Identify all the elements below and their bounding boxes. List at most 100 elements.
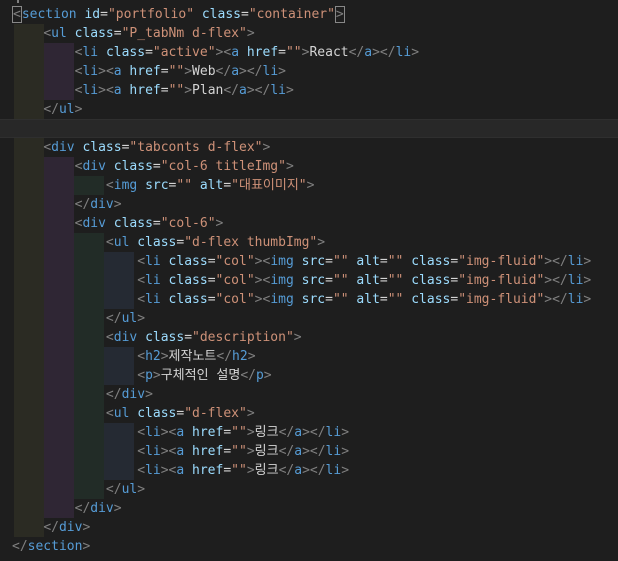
text-content: 링크 xyxy=(254,463,279,478)
code-line[interactable]: <img src="" alt="대표이미지"> xyxy=(0,176,618,195)
text-content: React xyxy=(309,45,349,60)
text-content: 링크 xyxy=(254,425,279,440)
code-line[interactable]: <li class="col"><img src="" alt="" class… xyxy=(0,290,618,309)
code-line[interactable]: </ul> xyxy=(0,100,618,119)
code-text: <li><a href="">링크</a></li> xyxy=(12,442,349,461)
code-line[interactable]: <div class="description"> xyxy=(0,328,618,347)
code-line[interactable]: <li><a href="">링크</a></li> xyxy=(0,423,618,442)
code-line[interactable]: </div> xyxy=(0,385,618,404)
code-line[interactable]: <h2>제작노트</h2> xyxy=(0,347,618,366)
attribute-name: src xyxy=(301,254,326,269)
attribute-name: class xyxy=(168,273,208,288)
tag-name: li xyxy=(82,45,99,60)
code-line[interactable]: <div class="col-6"> xyxy=(0,214,618,233)
code-line[interactable]: </div> xyxy=(0,195,618,214)
tag-bracket: > xyxy=(246,26,255,41)
tag-bracket: > xyxy=(82,539,91,554)
attribute-value: "portfolio" xyxy=(107,7,195,22)
indent-guides xyxy=(0,100,618,119)
code-line[interactable]: </ul> xyxy=(0,480,618,499)
code-text: <img src="" alt="대표이미지"> xyxy=(12,176,315,195)
attribute-name: href xyxy=(192,463,224,478)
code-editor[interactable]: <section id="portfolio" class="container… xyxy=(0,0,618,561)
attribute-value: "" xyxy=(332,273,349,288)
tag-name: a xyxy=(231,45,240,60)
tag-name: li xyxy=(325,425,342,440)
code-line[interactable]: </section> xyxy=(0,537,618,556)
code-line[interactable]: </div> xyxy=(0,499,618,518)
code-text: <li class="col"><img src="" alt="" class… xyxy=(12,252,591,271)
tag-name: li xyxy=(82,83,99,98)
code-text: <p>구체적인 설명</p> xyxy=(12,366,271,385)
code-line[interactable]: </div> xyxy=(0,518,618,537)
equals-sign: = xyxy=(379,254,388,269)
code-text: <li><a href="">링크</a></li> xyxy=(12,461,349,480)
tag-bracket: > xyxy=(302,463,310,478)
attribute-value: "img-fluid" xyxy=(458,273,545,288)
tag-bracket: < xyxy=(43,26,52,41)
code-line[interactable]: <ul class="P_tabNm d-flex"> xyxy=(0,24,618,43)
tag-bracket: > xyxy=(184,64,193,79)
tag-name: li xyxy=(145,463,161,478)
tag-bracket: < xyxy=(137,444,146,459)
tag-bracket: > xyxy=(160,349,169,364)
tag-name: h2 xyxy=(145,349,161,364)
tag-bracket: </ xyxy=(552,254,568,269)
tag-bracket: > xyxy=(246,444,255,459)
attribute-name: class xyxy=(74,26,114,41)
attribute-value: "d-flex thumbImg" xyxy=(184,235,318,250)
attribute-name: href xyxy=(129,83,161,98)
tag-bracket: > xyxy=(583,273,592,288)
tag-bracket: </ xyxy=(43,520,59,535)
tag-bracket: </ xyxy=(278,425,295,440)
tag-bracket: </ xyxy=(309,463,326,478)
equals-sign: = xyxy=(450,273,459,288)
code-line[interactable]: <div class="tabconts d-flex"> xyxy=(0,138,618,157)
tag-bracket: </ xyxy=(105,482,122,497)
code-line[interactable]: </ul> xyxy=(0,309,618,328)
attribute-value: "col-6 titleImg" xyxy=(160,159,286,174)
equals-sign: = xyxy=(325,292,333,307)
code-line[interactable]: <li><a href="">링크</a></li> xyxy=(0,461,618,480)
code-line[interactable] xyxy=(0,119,618,138)
tag-name: div xyxy=(58,520,83,535)
equals-sign: = xyxy=(113,26,122,41)
tag-bracket: > xyxy=(215,216,224,231)
tag-bracket: < xyxy=(105,64,114,79)
attribute-value: "" xyxy=(387,292,404,307)
tag-bracket: > xyxy=(160,425,169,440)
code-line[interactable]: <ul class="d-flex thumbImg"> xyxy=(0,233,618,252)
code-line[interactable]: <div class="col-6 titleImg"> xyxy=(0,157,618,176)
code-line[interactable]: <li class="col"><img src="" alt="" class… xyxy=(0,252,618,271)
tag-name: a xyxy=(113,83,122,98)
code-lines[interactable]: <section id="portfolio" class="container… xyxy=(0,5,618,556)
code-line[interactable]: <li><a href="">Plan</a></li> xyxy=(0,81,618,100)
tag-bracket: </ xyxy=(246,64,263,79)
code-line[interactable]: <li class="col"><img src="" alt="" class… xyxy=(0,271,618,290)
tag-bracket: > xyxy=(113,501,122,516)
code-text: </div> xyxy=(12,195,122,214)
equals-sign: = xyxy=(207,254,216,269)
code-line[interactable]: <li><a href="">Web</a></li> xyxy=(0,62,618,81)
code-line[interactable]: <ul class="d-flex"> xyxy=(0,404,618,423)
attribute-name: class xyxy=(168,254,208,269)
tag-bracket: > xyxy=(285,159,294,174)
code-line[interactable]: <li><a href="">링크</a></li> xyxy=(0,442,618,461)
tag-bracket: </ xyxy=(105,311,122,326)
code-line[interactable]: <section id="portfolio" class="container… xyxy=(0,5,618,24)
code-line[interactable]: <li class="active"><a href="">React</a><… xyxy=(0,43,618,62)
code-line[interactable]: <p>구체적인 설명</p> xyxy=(0,366,618,385)
code-text: </div> xyxy=(12,518,90,537)
code-text: <li><a href="">링크</a></li> xyxy=(12,423,349,442)
